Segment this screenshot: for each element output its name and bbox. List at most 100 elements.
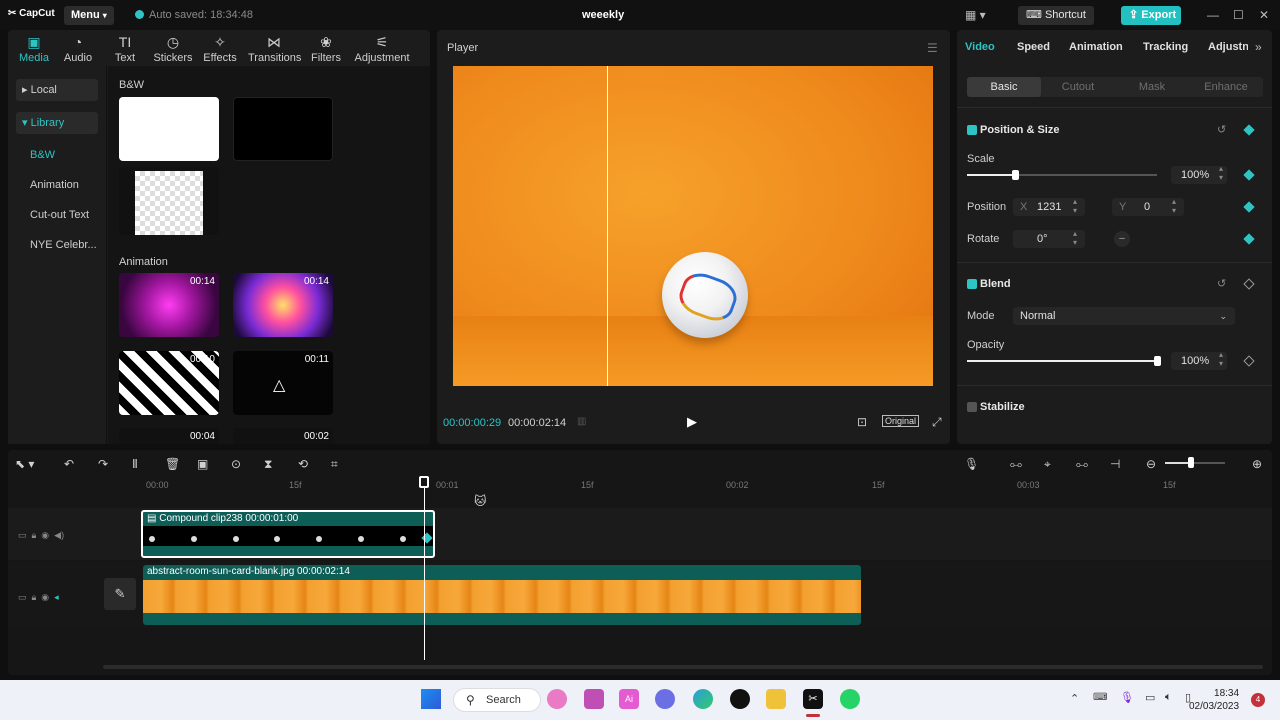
keyframe-dot[interactable] (358, 536, 364, 542)
opacity-knob[interactable] (1154, 356, 1161, 366)
tab-transitions[interactable]: ⋈ Transitions (248, 32, 301, 64)
split-icon[interactable]: Ⅱ (132, 457, 138, 471)
crop-icon[interactable]: ⌗ (331, 457, 338, 472)
track-2-controls[interactable]: ▭ 🔒︎ ◉ ◂ (18, 592, 59, 603)
tab-effects[interactable]: ✧ Effects (194, 32, 246, 64)
expand-icon[interactable]: ⤢ (932, 415, 942, 430)
delete-icon[interactable]: 🗑︎ (165, 457, 180, 471)
grid-icon[interactable]: ▥ (577, 416, 586, 427)
play-reverse-icon[interactable]: ⊙ (231, 457, 241, 471)
maximize-icon[interactable]: ☐ (1233, 8, 1244, 22)
windows-start-icon[interactable] (421, 689, 441, 709)
zoom-slider[interactable] (1165, 462, 1225, 464)
zoom-knob[interactable] (1188, 457, 1194, 468)
link-icon[interactable]: ⧟ (1010, 457, 1022, 472)
capcut-taskbar-icon[interactable]: ✂ (803, 689, 823, 709)
keyframe-dot[interactable] (274, 536, 280, 542)
playhead-handle[interactable] (419, 476, 429, 488)
network-icon[interactable]: ▭ (1145, 691, 1155, 704)
tab-tracking[interactable]: Tracking (1143, 41, 1188, 53)
media-thumb-anim-3[interactable]: 00:10 (119, 351, 219, 415)
video-preview[interactable] (453, 66, 933, 386)
sidebar-sub-nye[interactable]: NYE Celebr... (30, 239, 97, 251)
scale-slider[interactable] (967, 174, 1157, 176)
blend-checkbox[interactable] (967, 279, 977, 289)
track-1-controls[interactable]: ▭ 🔒︎ ◉ ◀) (18, 530, 64, 541)
keyframe-dot[interactable] (316, 536, 322, 542)
original-ratio-button[interactable]: Original (882, 415, 920, 427)
media-thumb-anim-2[interactable]: 00:14 (233, 273, 333, 337)
stepper-icon[interactable]: ▴ ▾ (1219, 164, 1223, 182)
image-clip[interactable]: abstract-room-sun-card-blank.jpg 00:00:0… (143, 565, 861, 625)
keyframe-dot[interactable] (400, 536, 406, 542)
stepper-icon[interactable]: ▴ ▾ (1073, 197, 1077, 215)
close-icon[interactable]: ✕ (1259, 8, 1269, 22)
export-button[interactable]: ⇪ Export (1121, 6, 1181, 25)
subtab-enhance[interactable]: Enhance (1189, 77, 1263, 97)
rotate-icon[interactable]: ⟲ (298, 457, 308, 471)
freeze-icon[interactable]: ▣ (197, 457, 208, 471)
discord-icon[interactable] (655, 689, 675, 709)
reset-icon[interactable]: ↺ (1217, 277, 1226, 290)
tab-stickers[interactable]: ◷ Stickers (147, 32, 199, 64)
sidebar-sub-bw[interactable]: B&W (30, 149, 55, 161)
stepper-icon[interactable]: ▴ ▾ (1219, 350, 1223, 368)
media-thumb-anim-4[interactable]: 00:11 △ (233, 351, 333, 415)
reset-icon[interactable]: ↺ (1217, 123, 1226, 136)
undo-icon[interactable]: ↶ (64, 457, 74, 471)
keyframe-icon[interactable] (1243, 124, 1255, 136)
notification-badge[interactable]: 4 (1251, 693, 1265, 707)
chain-icon[interactable]: ⧟ (1076, 457, 1088, 472)
opacity-slider[interactable] (967, 360, 1157, 362)
keyframe-empty-icon[interactable] (1243, 278, 1255, 290)
stabilize-checkbox[interactable] (967, 402, 977, 412)
keyframe-icon[interactable] (1243, 201, 1255, 213)
player-menu-icon[interactable]: ☰ (927, 41, 938, 55)
app-icon-2[interactable] (584, 689, 604, 709)
media-thumb-anim-1[interactable]: 00:14 (119, 273, 219, 337)
whatsapp-icon[interactable] (840, 689, 860, 709)
rotate-input[interactable]: 0° ▴ ▾ (1013, 229, 1085, 248)
keyboard-icon[interactable]: ⌨ (1093, 692, 1107, 703)
shortcut-button[interactable]: ⌨ Shortcut (1018, 6, 1094, 25)
tab-adjustment[interactable]: ⚟ Adjustment (354, 32, 410, 64)
media-thumb-black[interactable] (233, 97, 333, 161)
preview-axis-icon[interactable]: ⊣ (1110, 457, 1120, 471)
tab-filters[interactable]: ❀ Filters (300, 32, 352, 64)
chevron-up-icon[interactable]: ⌃ (1070, 692, 1079, 705)
keyframe-dot[interactable] (149, 536, 155, 542)
mirror-icon[interactable]: ⧗ (264, 457, 272, 472)
scale-knob[interactable] (1011, 170, 1019, 180)
stepper-icon[interactable]: ▴ ▾ (1172, 197, 1176, 215)
keyframe-dot[interactable] (191, 536, 197, 542)
keyframe-icon[interactable] (1243, 169, 1255, 181)
position-x-input[interactable]: X 1231 ▴ ▾ (1013, 197, 1085, 216)
stepper-icon[interactable]: ▴ ▾ (1073, 229, 1077, 247)
snap-icon[interactable]: ⌖ (1044, 457, 1051, 472)
tab-speed[interactable]: Speed (1017, 41, 1050, 53)
tab-video[interactable]: Video (965, 41, 995, 53)
redo-icon[interactable]: ↷ (98, 457, 108, 471)
keyframe-empty-icon[interactable] (1243, 355, 1255, 367)
taskbar-search[interactable]: ⚲ Search (453, 688, 541, 712)
rotate-dial-icon[interactable]: – (1114, 231, 1130, 247)
file-explorer-icon[interactable] (766, 689, 786, 709)
volume-icon[interactable]: 🔈︎ (1165, 691, 1172, 704)
position-size-checkbox[interactable] (967, 125, 977, 135)
position-y-input[interactable]: Y 0 ▴ ▾ (1112, 197, 1184, 216)
tab-text[interactable]: TI Text (99, 32, 151, 64)
media-thumb-anim-6[interactable]: 00:02 (233, 428, 333, 444)
taskbar-clock[interactable]: 18:34 02/03/2023 (1189, 687, 1239, 713)
microphone-icon[interactable]: 🎙︎ (964, 457, 979, 471)
app-icon-1[interactable] (547, 689, 567, 709)
tab-animation[interactable]: Animation (1069, 41, 1123, 53)
zoom-in-icon[interactable]: ⊕ (1252, 457, 1262, 471)
illustrator-icon[interactable]: Ai (619, 689, 639, 709)
timeline-scrollbar[interactable] (103, 665, 1263, 669)
playhead[interactable] (424, 478, 425, 660)
zoom-out-icon[interactable]: ⊖ (1146, 457, 1156, 471)
select-cursor-icon[interactable]: ⬉ ▾ (15, 457, 34, 471)
media-thumb-anim-5[interactable]: 00:04 (119, 428, 219, 444)
tab-adjustment[interactable]: Adjustn (1208, 41, 1248, 53)
cover-edit-icon[interactable]: ✎ (104, 578, 136, 610)
